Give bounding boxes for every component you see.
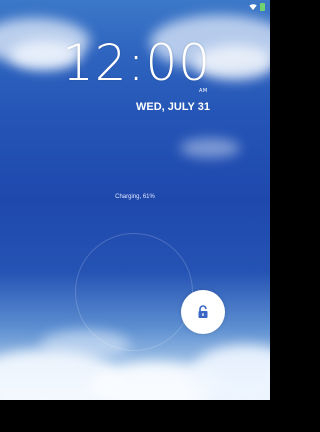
status-bar [249,3,265,11]
charging-status: Charging, 61% [115,194,155,200]
unlock-ring [75,233,193,351]
navigation-bar [0,400,270,432]
wifi-icon [249,4,257,10]
unlock-icon [198,305,208,318]
clock-time: 12:00 [62,34,212,92]
battery-charging-icon [260,3,265,11]
clock-date: WED, JULY 31 [136,101,210,113]
clock-ampm: AM [199,88,208,94]
lock-screen: 12:00 AM WED, JULY 31 Charging, 61% [0,0,270,432]
cloud [180,138,240,158]
unlock-button[interactable] [181,290,225,334]
cloud [190,345,270,400]
